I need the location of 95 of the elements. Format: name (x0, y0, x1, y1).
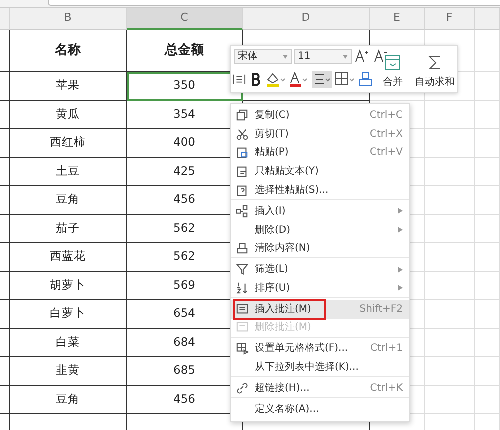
row-header[interactable] (0, 386, 10, 414)
table-cell (475, 386, 500, 414)
comment-icon (236, 302, 249, 316)
row-header[interactable] (0, 129, 10, 158)
table-cell (475, 214, 500, 243)
copy-icon (236, 108, 249, 122)
table-cell: 西红柿 (10, 129, 127, 158)
table-cell (475, 243, 500, 272)
row-header[interactable] (0, 272, 10, 300)
autosum-button[interactable]: 自动求和 (413, 50, 457, 90)
menu-item[interactable]: 排序(U) (231, 279, 409, 298)
table-cell (425, 214, 475, 243)
link-icon (236, 382, 249, 395)
wrap-text-icon[interactable] (233, 73, 246, 86)
size-dropdown[interactable]: 11 (294, 49, 352, 64)
row-header[interactable] (0, 186, 10, 214)
row-header[interactable] (0, 328, 10, 357)
table-cell (425, 328, 475, 357)
table-cell: 豆角 (10, 186, 127, 214)
table-cell (475, 328, 500, 357)
bold-icon[interactable] (251, 73, 261, 86)
submenu-arrow-icon (398, 266, 403, 273)
table-cell: 土豆 (10, 158, 127, 186)
row-header[interactable] (0, 100, 10, 129)
submenu-arrow-icon (398, 208, 403, 214)
table-cell (425, 129, 475, 158)
shrink-font-icon[interactable] (374, 49, 388, 63)
font-color-icon[interactable] (289, 72, 309, 87)
table-cell (425, 357, 475, 386)
row-header[interactable] (0, 214, 10, 243)
fill-color-icon[interactable] (266, 72, 286, 87)
table-cell (425, 243, 475, 272)
table-cell: 茄子 (10, 214, 127, 243)
table-cell: 白萝卜 (10, 300, 127, 328)
table-cell (425, 186, 475, 214)
row-header[interactable] (0, 300, 10, 328)
paste-icon (236, 146, 249, 160)
row-header[interactable] (0, 158, 10, 186)
caret-icon (343, 54, 348, 58)
table-cell (475, 357, 500, 386)
merge-icon (385, 55, 401, 71)
table-cell: 胡萝卜 (10, 272, 127, 300)
table-cell (475, 186, 500, 214)
menu-item[interactable]: 插入批注(M) Shift+F2 (231, 300, 409, 319)
submenu-arrow-icon (398, 227, 403, 234)
row-header[interactable] (0, 30, 10, 72)
format-painter-icon[interactable] (359, 72, 373, 87)
table-cell (475, 300, 500, 328)
paste-special-icon (236, 184, 249, 197)
menu-item[interactable]: 从下拉列表中选择(K)... (231, 358, 409, 378)
table-cell: 白菜 (10, 328, 127, 357)
table-cell (475, 100, 500, 129)
table-cell (475, 158, 500, 186)
sort-icon (236, 282, 249, 295)
sum-icon (427, 55, 443, 71)
format-cells-icon (236, 342, 249, 356)
table-cell (475, 129, 500, 158)
column-header[interactable]: F (425, 8, 475, 30)
table-cell (425, 300, 475, 328)
menu-item[interactable]: 超链接(H)... Ctrl+K (231, 379, 409, 398)
merge-button[interactable]: 合并 (376, 50, 410, 90)
table-cell (475, 272, 500, 300)
cut-icon (236, 128, 249, 141)
table-cell: 黄瓜 (10, 100, 127, 129)
column-header[interactable]: E (370, 8, 425, 30)
table-cell: 苹果 (10, 72, 127, 100)
comment-icon (236, 321, 249, 334)
table-cell: 西蓝花 (10, 243, 127, 272)
table-cell: 豆角 (10, 386, 127, 414)
table-cell (425, 386, 475, 414)
align-icon[interactable] (312, 71, 332, 88)
table-cell (425, 272, 475, 300)
menu-item[interactable]: 清除内容(N) (231, 240, 409, 258)
menu-item[interactable]: 选择性粘贴(S)... (231, 181, 409, 200)
caret-icon (283, 54, 288, 58)
grow-font-icon[interactable] (355, 49, 369, 63)
table-cell (425, 158, 475, 186)
borders-icon[interactable] (335, 72, 356, 87)
row-header[interactable] (0, 243, 10, 272)
submenu-arrow-icon (398, 285, 403, 292)
column-header[interactable]: C (127, 8, 243, 30)
table-cell: 350 (127, 72, 243, 100)
insert-icon (236, 204, 249, 218)
row-header[interactable] (0, 357, 10, 386)
table-cell (475, 72, 500, 100)
column-header[interactable]: B (10, 8, 127, 30)
row-header[interactable] (0, 72, 10, 100)
table-cell (425, 100, 475, 129)
column-header[interactable]: D (243, 8, 370, 30)
table-cell (475, 30, 500, 72)
filter-icon (236, 263, 249, 276)
eraser-icon (236, 242, 249, 255)
paste-text-icon (236, 165, 249, 178)
column-title: 名称 (10, 30, 127, 72)
table-cell: 韭黄 (10, 357, 127, 386)
